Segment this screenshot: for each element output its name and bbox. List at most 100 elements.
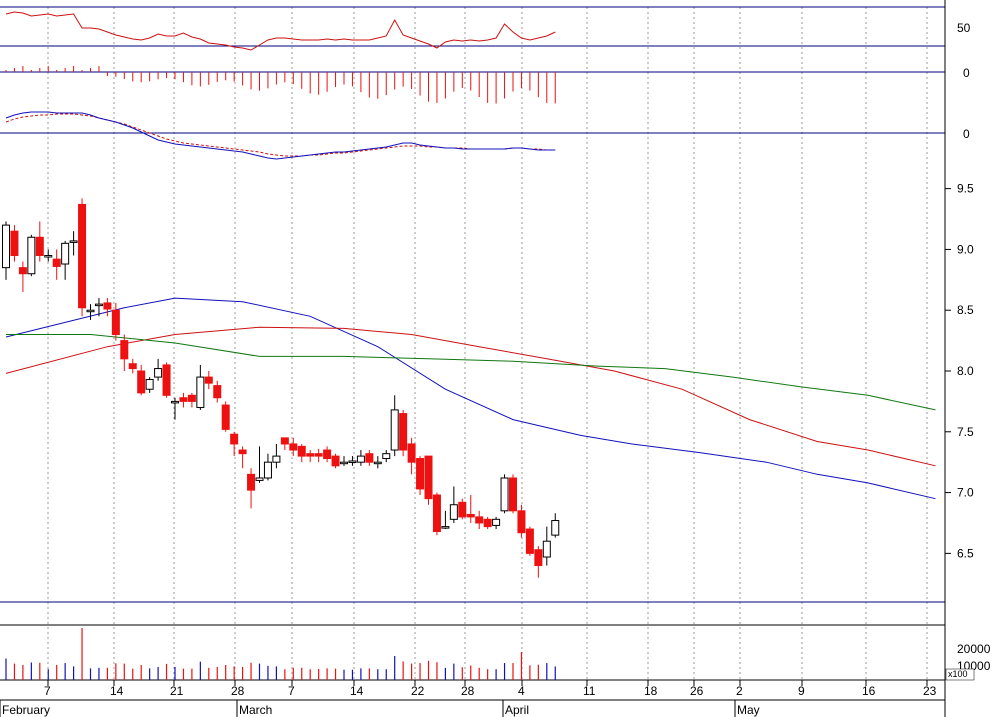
candle-body <box>94 303 103 307</box>
x-tick-label: 28 <box>231 684 245 698</box>
candle-body <box>171 400 179 404</box>
candle-body <box>230 433 239 445</box>
candle-body <box>137 370 146 394</box>
candle-body <box>475 516 484 524</box>
candle-body <box>525 528 534 554</box>
candle-body <box>466 513 475 518</box>
ma-line <box>6 334 936 411</box>
volume-tick-label: 20000 <box>957 642 991 656</box>
candle-body <box>323 449 332 460</box>
x-tick-label: 21 <box>170 684 184 698</box>
candle-body <box>331 455 340 467</box>
candle-body <box>407 443 416 463</box>
candle-body <box>2 224 10 269</box>
x-tick-label: 22 <box>411 684 425 698</box>
ma-line <box>5 326 936 467</box>
candle-body <box>432 494 441 532</box>
candle-body <box>542 540 551 558</box>
candle-body <box>78 203 87 309</box>
macd-line <box>5 111 556 160</box>
volume-multiplier-label: x100 <box>948 669 968 679</box>
candle-body <box>551 520 560 536</box>
candle-body <box>111 309 120 336</box>
candle-body <box>492 518 501 526</box>
candle-body <box>382 453 391 460</box>
candle-body <box>247 473 256 491</box>
candle-body <box>348 460 357 463</box>
candle-body <box>441 526 450 529</box>
candle-body <box>44 255 53 258</box>
candle-body <box>238 449 247 455</box>
candlesticks <box>2 198 560 578</box>
candle-body <box>196 376 205 408</box>
candle-body <box>399 413 408 451</box>
y-tick-label: 7.5 <box>957 425 974 439</box>
candle-body <box>103 302 112 310</box>
candle-body <box>263 461 272 479</box>
macd-panel <box>5 111 556 160</box>
candle-body <box>280 437 289 445</box>
x-tick-label: 4 <box>518 684 525 698</box>
y-tick-label: 7.0 <box>957 486 974 500</box>
x-tick-label: 7 <box>44 684 51 698</box>
y-tick-label: 9.5 <box>957 182 974 196</box>
candle-body <box>10 230 19 256</box>
candle-body <box>416 458 425 490</box>
month-label: February <box>2 703 50 717</box>
x-tick-label: 16 <box>862 684 876 698</box>
candle-body <box>179 397 188 402</box>
x-tick-label: 23 <box>923 684 937 698</box>
x-tick-label: 28 <box>461 684 475 698</box>
candle-body <box>424 455 433 500</box>
candle-body <box>187 394 196 402</box>
x-tick-label: 14 <box>110 684 124 698</box>
rsi-axis-label: 50 <box>957 21 971 35</box>
candle-body <box>52 258 61 267</box>
candle-body <box>306 453 315 457</box>
x-tick-label: 9 <box>798 684 805 698</box>
macd-axis-label: 0 <box>963 127 970 141</box>
candle-body <box>340 461 348 465</box>
x-tick-label: 26 <box>690 684 704 698</box>
x-tick-label: 18 <box>644 684 658 698</box>
candle-body <box>483 518 492 528</box>
candle-body <box>297 445 306 457</box>
month-label: May <box>737 703 760 717</box>
candle-body <box>213 385 222 399</box>
x-tick-label: 11 <box>583 684 596 698</box>
candle-body <box>162 364 171 396</box>
x-tick-label: 14 <box>350 684 364 698</box>
candle-body <box>61 242 70 265</box>
candle-body <box>373 461 382 465</box>
candle-body <box>314 453 323 457</box>
candle-body <box>86 309 95 313</box>
candle-body <box>534 549 543 567</box>
candle-body <box>128 363 137 370</box>
macd-signal-line <box>5 113 556 157</box>
y-tick-label: 8.0 <box>957 364 974 378</box>
rsi-panel <box>5 11 556 51</box>
candle-body <box>145 379 154 390</box>
candle-body <box>390 409 399 451</box>
moving-averages <box>5 297 936 500</box>
month-label: March <box>239 703 272 717</box>
vertical-grid <box>47 7 928 686</box>
candle-body <box>18 267 27 275</box>
candle-body <box>272 455 281 463</box>
candle-body <box>365 453 374 463</box>
candle-body <box>221 404 230 430</box>
rsi-line <box>5 11 556 51</box>
stock-chart: 7 14 21 28 7 14 22 28 4 11 18 26 2 9 16 23 February March… <box>0 0 991 717</box>
volume-bars <box>5 628 556 680</box>
macd-hist-axis-label: 0 <box>963 66 970 80</box>
candle-body <box>27 236 36 275</box>
x-tick-label: 2 <box>736 684 743 698</box>
candle-body <box>255 477 264 481</box>
candle-body <box>35 236 44 256</box>
candle-body <box>120 340 129 360</box>
month-label: April <box>505 703 529 717</box>
axis-labels: 7 14 21 28 7 14 22 28 4 11 18 26 2 9 16 23 February March… <box>0 21 991 717</box>
candle-body <box>500 477 509 512</box>
candle-body <box>69 240 78 243</box>
candle-body <box>509 477 517 512</box>
